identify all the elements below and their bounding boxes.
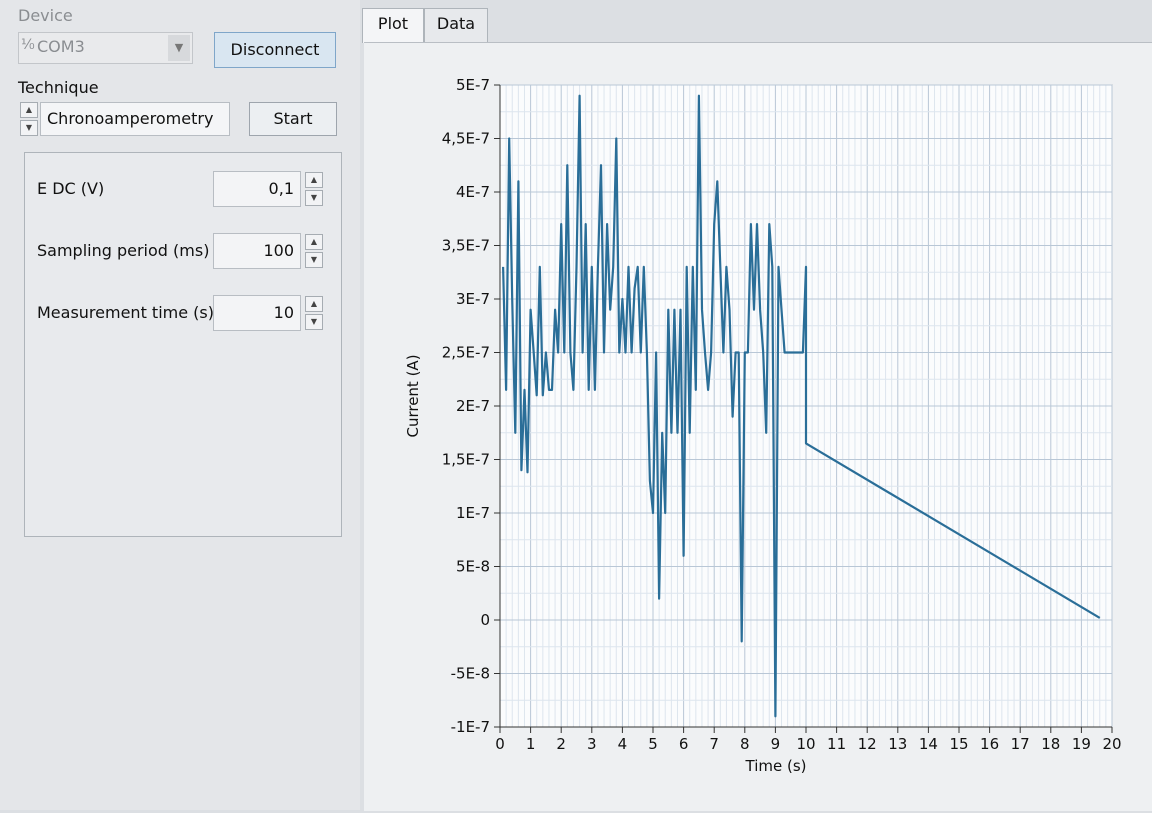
measurement-spinner[interactable]: ▲ ▼ (305, 296, 323, 330)
parameters-panel: E DC (V) 0,1 ▲ ▼ Sampling period (ms) 10… (24, 152, 342, 537)
spin-up-icon[interactable]: ▲ (305, 234, 323, 250)
x-tick-label: 5 (648, 735, 658, 753)
edc-label: E DC (V) (37, 179, 105, 198)
y-tick-label: -5E-8 (451, 665, 490, 683)
x-tick-label: 17 (1011, 735, 1030, 753)
tab-data[interactable]: Data (424, 8, 488, 44)
y-tick-label: 5E-7 (456, 76, 490, 94)
x-tick-label: 7 (709, 735, 719, 753)
spin-down-icon[interactable]: ▼ (20, 120, 38, 136)
device-port-select[interactable]: ⅟₀ COM3 ▼ (18, 32, 193, 64)
x-axis-label: Time (s) (745, 757, 807, 775)
chart-svg: 0 1 2 3 4 5 6 7 8 9 10 11 12 13 14 15 16 17 18 19 205E-74,5E… (404, 76, 1122, 775)
spin-down-icon[interactable]: ▼ (305, 314, 323, 330)
y-tick-label: 2E-7 (456, 397, 490, 415)
tab-plot[interactable]: Plot (362, 8, 424, 43)
x-tick-label: 18 (1041, 735, 1060, 753)
sampling-label: Sampling period (ms) (37, 241, 210, 260)
y-tick-label: 3,5E-7 (442, 237, 490, 255)
x-tick-label: 8 (740, 735, 750, 753)
edc-spinner[interactable]: ▲ ▼ (305, 172, 323, 206)
sampling-field[interactable]: 100 (213, 233, 301, 269)
measurement-field[interactable]: 10 (213, 295, 301, 331)
technique-label: Technique (18, 78, 99, 97)
chevron-down-icon[interactable]: ▼ (168, 35, 190, 61)
param-row-measurement: Measurement time (s) 10 ▲ ▼ (25, 295, 343, 331)
y-tick-label: -1E-7 (451, 718, 490, 736)
x-tick-label: 6 (679, 735, 689, 753)
y-tick-label: 2,5E-7 (442, 344, 490, 362)
spin-up-icon[interactable]: ▲ (305, 296, 323, 312)
y-tick-label: 0 (480, 611, 490, 629)
measurement-label: Measurement time (s) (37, 303, 214, 322)
spin-down-icon[interactable]: ▼ (305, 190, 323, 206)
left-panel: Device ⅟₀ COM3 ▼ Disconnect Technique ▲ … (0, 0, 360, 810)
y-tick-label: 1,5E-7 (442, 451, 490, 469)
y-tick-label: 4,5E-7 (442, 130, 490, 148)
y-axis-label: Current (A) (404, 354, 422, 437)
x-tick-label: 16 (980, 735, 999, 753)
technique-spinner[interactable]: ▲ ▼ (20, 102, 38, 136)
y-tick-label: 1E-7 (456, 504, 490, 522)
y-tick-label: 3E-7 (456, 290, 490, 308)
x-tick-label: 20 (1102, 735, 1121, 753)
device-label: Device (18, 6, 73, 25)
x-tick-label: 10 (796, 735, 815, 753)
y-tick-label: 4E-7 (456, 183, 490, 201)
x-tick-label: 11 (827, 735, 846, 753)
x-tick-label: 4 (618, 735, 628, 753)
spin-up-icon[interactable]: ▲ (20, 102, 38, 118)
x-tick-label: 14 (919, 735, 938, 753)
disconnect-button[interactable]: Disconnect (214, 32, 336, 68)
x-tick-label: 9 (771, 735, 781, 753)
sampling-spinner[interactable]: ▲ ▼ (305, 234, 323, 268)
plot-area: 0 1 2 3 4 5 6 7 8 9 10 11 12 13 14 15 16 17 18 19 20 5E-7 4,5E… (364, 42, 1152, 811)
technique-select[interactable]: Chronoamperometry (40, 102, 230, 136)
spin-down-icon[interactable]: ▼ (305, 252, 323, 268)
y-tick-label: 5E-8 (456, 558, 490, 576)
x-tick-label: 1 (526, 735, 536, 753)
x-tick-label: 19 (1072, 735, 1091, 753)
x-tick-label: 2 (556, 735, 566, 753)
x-tick-label: 0 (495, 735, 505, 753)
x-tick-label: 13 (888, 735, 907, 753)
param-row-edc: E DC (V) 0,1 ▲ ▼ (25, 171, 343, 207)
usb-icon: ⅟₀ (21, 37, 35, 53)
param-row-sampling: Sampling period (ms) 100 ▲ ▼ (25, 233, 343, 269)
x-tick-label: 15 (949, 735, 968, 753)
start-button[interactable]: Start (249, 102, 337, 136)
device-port-value: COM3 (37, 37, 85, 56)
edc-field[interactable]: 0,1 (213, 171, 301, 207)
spin-up-icon[interactable]: ▲ (305, 172, 323, 188)
x-tick-label: 12 (858, 735, 877, 753)
x-tick-label: 3 (587, 735, 597, 753)
